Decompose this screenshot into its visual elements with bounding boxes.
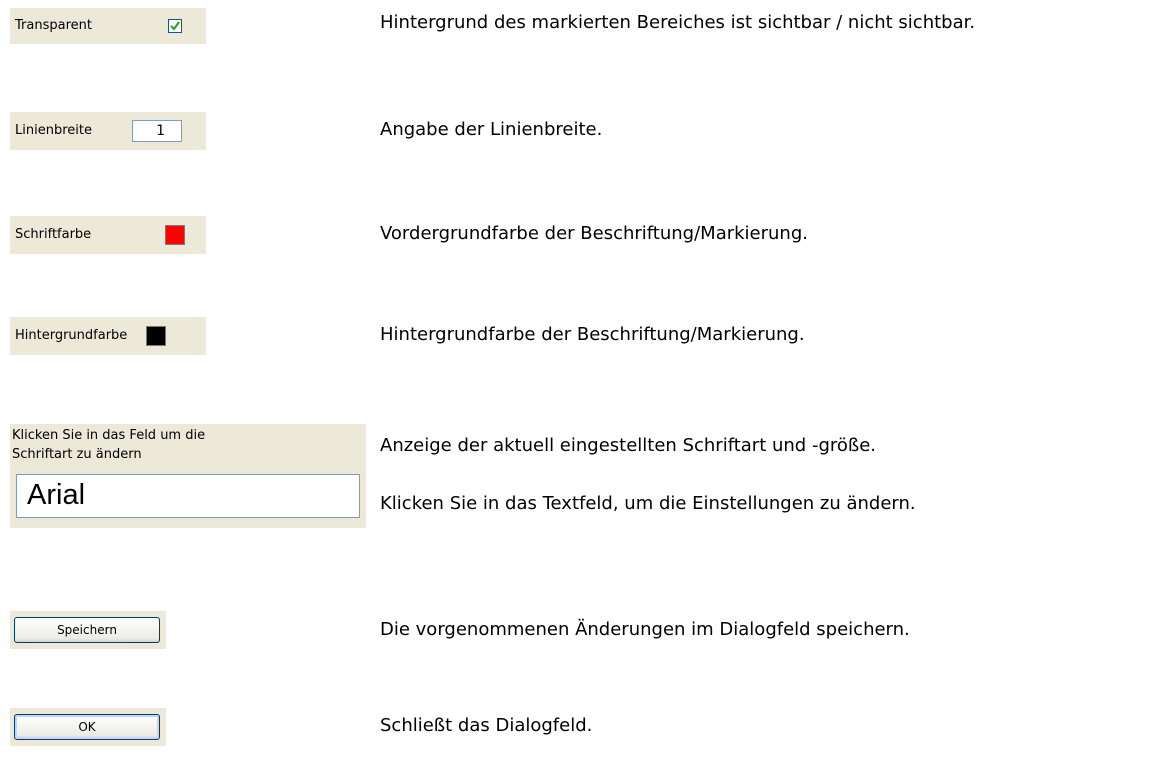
transparent-description: Hintergrund des markierten Bereiches ist… [380,12,976,33]
checkmark-icon [170,21,180,31]
ok-button[interactable]: OK [14,714,160,740]
fontcolor-description: Vordergrundfarbe der Beschriftung/Markie… [380,223,808,244]
fontcolor-panel: Schriftfarbe [10,216,206,254]
fontcolor-label: Schriftfarbe [15,227,92,242]
linewidth-input[interactable]: 1 [132,120,182,142]
linewidth-description: Angabe der Linienbreite. [380,119,603,140]
save-description: Die vorgenommenen Änderungen im Dialogfe… [380,619,910,640]
transparent-checkbox[interactable] [168,19,182,33]
linewidth-label: Linienbreite [15,123,92,138]
bgcolor-swatch[interactable] [146,326,166,346]
font-panel: Klicken Sie in das Feld um die Schriftar… [10,424,366,528]
font-description: Anzeige der aktuell eingestellten Schrif… [380,435,877,456]
font-description-2: Klicken Sie in das Textfeld, um die Eins… [380,493,916,514]
ok-description: Schließt das Dialogfeld. [380,715,593,736]
save-panel: Speichern [10,611,166,649]
ok-panel: OK [10,708,166,746]
linewidth-panel: Linienbreite 1 [10,112,206,150]
transparent-panel: Transparent [10,8,206,44]
font-hint-line2: Schriftart zu ändern [12,447,142,462]
bgcolor-panel: Hintergrundfarbe [10,317,206,355]
font-hint-line1: Klicken Sie in das Feld um die [12,428,206,443]
font-field[interactable]: Arial [16,474,360,518]
transparent-label: Transparent [15,18,92,33]
fontcolor-swatch[interactable] [165,225,185,245]
save-button[interactable]: Speichern [14,617,160,643]
bgcolor-label: Hintergrundfarbe [15,328,128,343]
bgcolor-description: Hintergrundfarbe der Beschriftung/Markie… [380,324,805,345]
